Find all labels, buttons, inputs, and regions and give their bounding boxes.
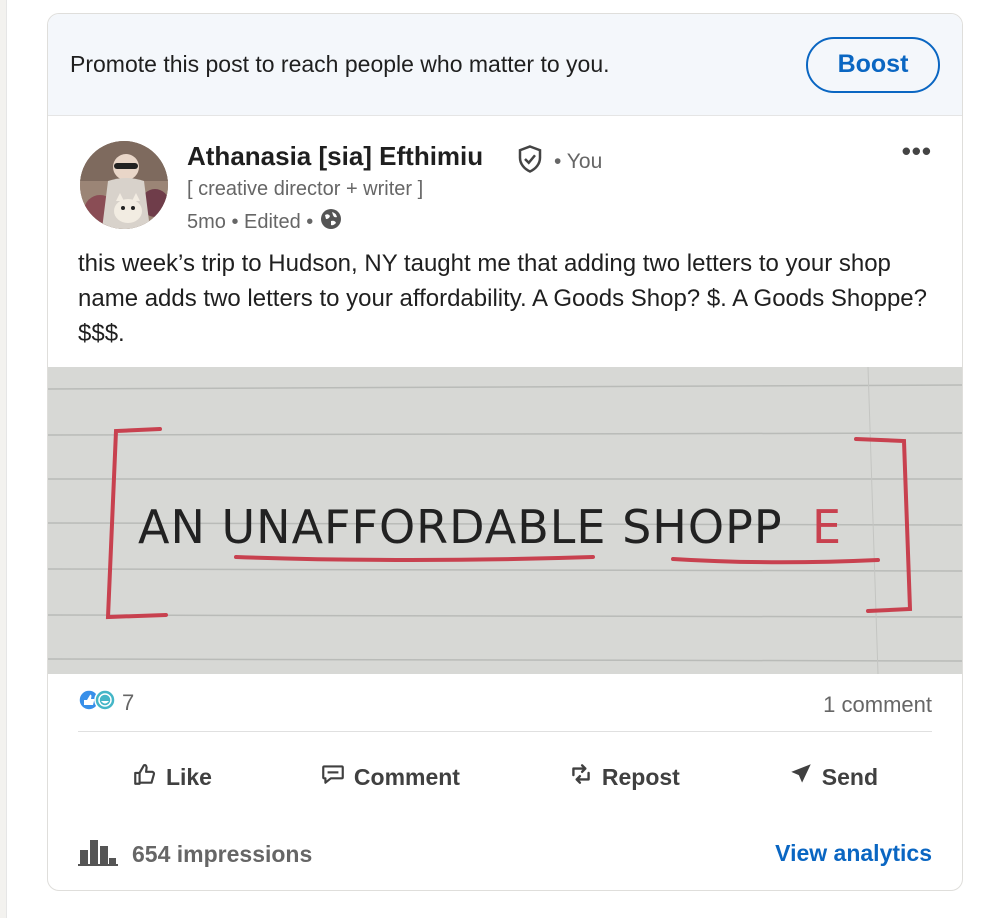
post-card: Promote this post to reach people who ma… <box>47 13 963 891</box>
send-button[interactable]: Send <box>774 751 892 803</box>
comments-count-link[interactable]: 1 comment <box>823 692 932 718</box>
impressions-count: 654 impressions <box>132 840 313 867</box>
repost-button[interactable]: Repost <box>554 751 694 803</box>
avatar[interactable] <box>80 141 168 229</box>
post-header: Athanasia [sia] Efthimiu • You [ creativ… <box>48 116 962 236</box>
reaction-count: 7 <box>122 689 135 715</box>
bar-chart-icon <box>78 836 118 872</box>
author-name[interactable]: Athanasia [sia] Efthimiu <box>187 141 483 172</box>
analytics-footer: 654 impressions View analytics <box>78 836 932 876</box>
repost-label: Repost <box>601 763 680 790</box>
impressions: 654 impressions <box>78 836 312 872</box>
you-label: • You <box>554 150 603 173</box>
promote-text: Promote this post to reach people who ma… <box>70 51 610 77</box>
boost-button[interactable]: Boost <box>806 36 940 93</box>
like-button[interactable]: Like <box>118 751 226 803</box>
image-handwriting-end: E <box>812 500 841 554</box>
divider <box>78 731 932 732</box>
image-handwriting-main: AN UNAFFORDABLE SHOPP <box>138 500 783 554</box>
comment-label: Comment <box>353 763 460 790</box>
page-edge <box>0 0 7 918</box>
comment-button[interactable]: Comment <box>306 751 474 803</box>
promote-banner: Promote this post to reach people who ma… <box>48 14 962 116</box>
repost-icon <box>568 761 594 793</box>
like-label: Like <box>165 763 212 790</box>
post-time-edited: 5mo • Edited • <box>187 210 314 233</box>
funny-reaction-icon <box>94 689 116 716</box>
view-analytics-link[interactable]: View analytics <box>775 840 932 867</box>
action-bar: Like Comment Repost Send <box>78 747 932 807</box>
post-body-text: this week’s trip to Hudson, NY taught me… <box>78 250 927 347</box>
post-image[interactable]: AN UNAFFORDABLE SHOPP E <box>48 367 962 674</box>
verified-shield-icon <box>515 144 545 179</box>
send-label: Send <box>821 763 878 790</box>
globe-icon <box>319 207 343 237</box>
post-meta: 5mo • Edited • <box>187 207 343 237</box>
social-counts: 7 1 comment <box>78 689 932 725</box>
more-options-icon[interactable]: ••• <box>902 136 932 167</box>
comment-icon <box>320 761 346 793</box>
send-icon <box>788 761 814 793</box>
reactions-summary[interactable]: 7 <box>78 689 134 716</box>
author-headline: [ creative director + writer ] <box>187 178 424 200</box>
thumbs-up-icon <box>132 761 158 793</box>
